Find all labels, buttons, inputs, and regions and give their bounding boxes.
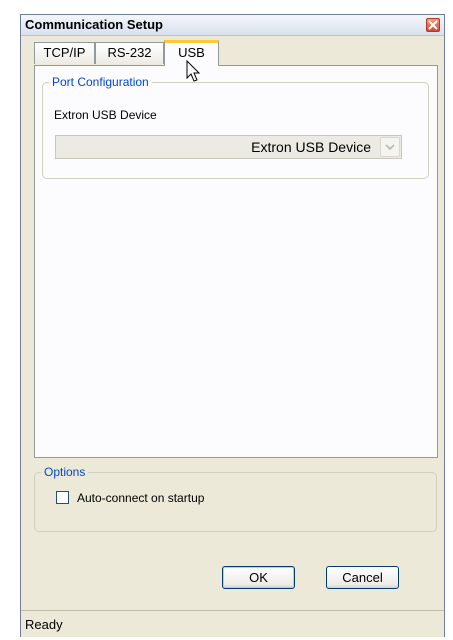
auto-connect-label[interactable]: Auto-connect on startup bbox=[77, 491, 204, 505]
cancel-button-label: Cancel bbox=[342, 570, 383, 585]
tab-label: RS-232 bbox=[107, 45, 152, 60]
ok-button[interactable]: OK bbox=[222, 566, 295, 589]
ok-button-label: OK bbox=[249, 570, 268, 585]
dropdown-button[interactable] bbox=[380, 137, 400, 157]
usb-device-select[interactable]: Extron USB Device bbox=[55, 135, 402, 159]
usb-device-select-value: Extron USB Device bbox=[251, 139, 371, 155]
communication-setup-window: Communication Setup TCP/IP RS-232 USB Po… bbox=[20, 14, 445, 637]
close-icon bbox=[428, 20, 438, 30]
device-label: Extron USB Device bbox=[54, 108, 157, 122]
port-configuration-group: Port Configuration bbox=[42, 75, 429, 179]
title-bar[interactable]: Communication Setup bbox=[21, 15, 444, 36]
window-title: Communication Setup bbox=[25, 17, 163, 32]
tab-tcp-ip[interactable]: TCP/IP bbox=[34, 42, 95, 64]
tab-label: TCP/IP bbox=[43, 45, 86, 60]
mouse-pointer-icon bbox=[186, 60, 201, 82]
port-configuration-legend: Port Configuration bbox=[49, 75, 152, 89]
status-bar: Ready bbox=[21, 610, 444, 637]
chevron-down-icon bbox=[385, 144, 395, 151]
cancel-button[interactable]: Cancel bbox=[326, 566, 399, 589]
tab-label: USB bbox=[178, 45, 205, 60]
tab-rs-232[interactable]: RS-232 bbox=[95, 42, 164, 64]
close-button[interactable] bbox=[426, 18, 440, 32]
status-text: Ready bbox=[25, 617, 63, 632]
auto-connect-checkbox[interactable] bbox=[56, 491, 69, 504]
options-legend: Options bbox=[41, 465, 89, 479]
